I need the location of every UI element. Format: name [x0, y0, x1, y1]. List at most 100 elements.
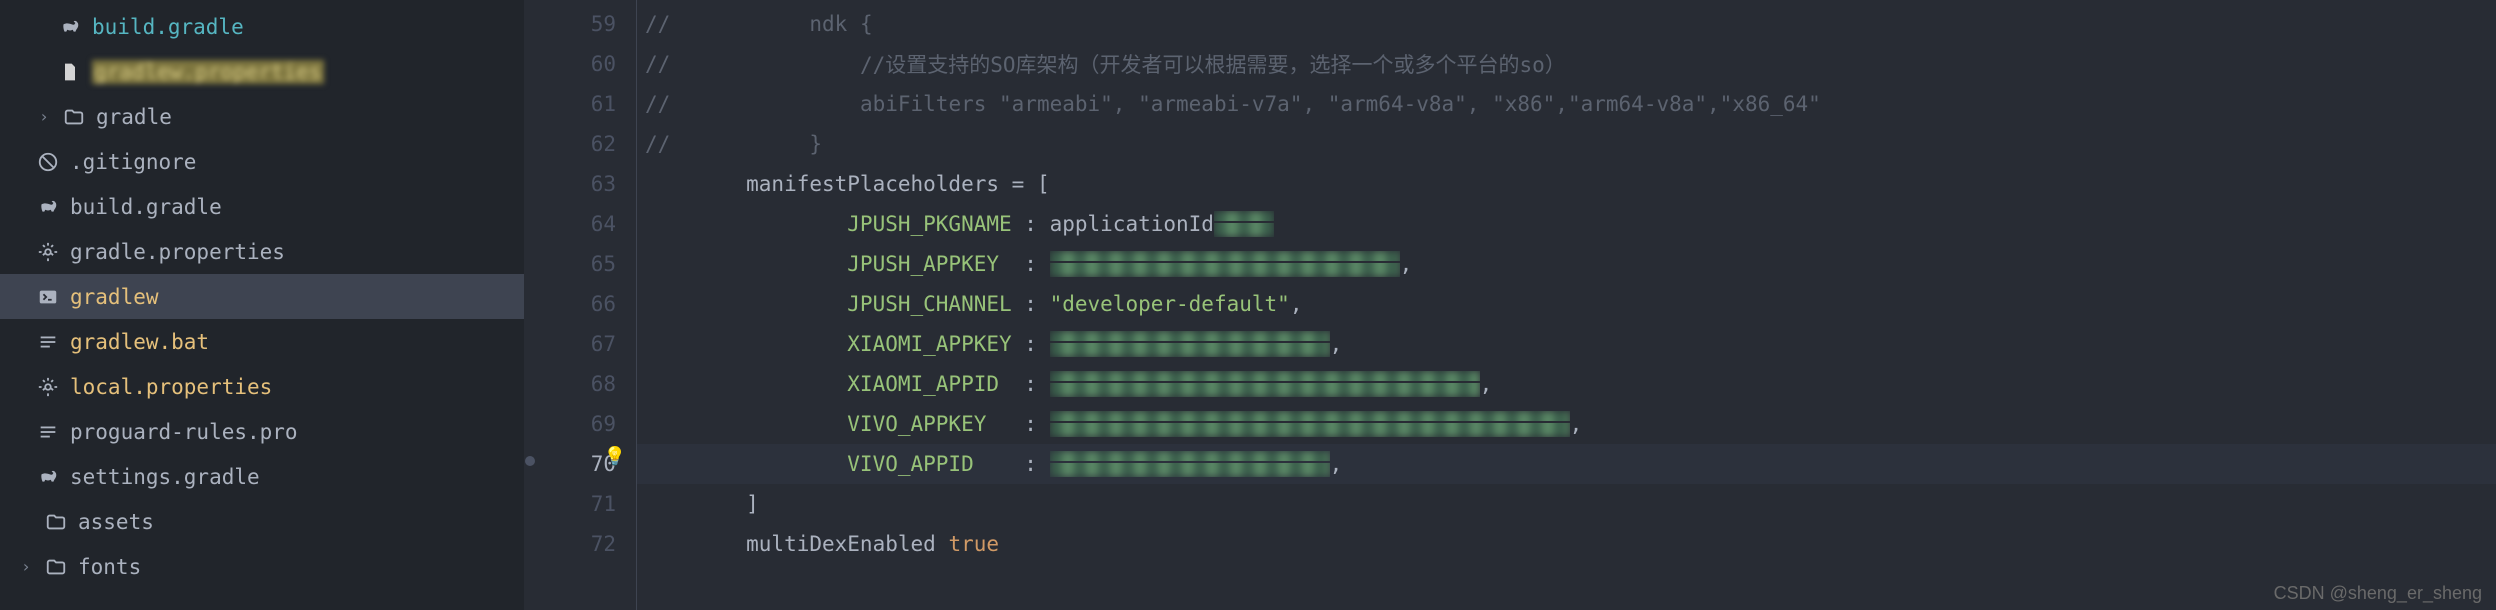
tree-item-gradle-properties[interactable]: gradle.properties [0, 229, 524, 274]
text-icon [36, 420, 60, 444]
tree-item-assets[interactable]: assets [0, 499, 524, 544]
code-line[interactable]: // abiFilters "armeabi", "armeabi-v7a", … [637, 84, 2496, 124]
tree-item-gradlew-properties[interactable]: gradlew.properties [0, 49, 524, 94]
code-token: // [645, 52, 670, 76]
code-token: manifestPlaceholders [645, 172, 1012, 196]
code-line[interactable]: XIAOMI_APPKEY : , [637, 324, 2496, 364]
tree-item-proguard-rules-pro[interactable]: proguard-rules.pro [0, 409, 524, 454]
folder-icon [62, 105, 86, 129]
code-line[interactable]: JPUSH_APPKEY : , [637, 244, 2496, 284]
file-label: build.gradle [92, 15, 244, 39]
gradle-icon [58, 15, 82, 39]
code-token: // [645, 132, 670, 156]
code-token: [ [1024, 172, 1049, 196]
code-token: : [1012, 212, 1050, 236]
code-token: XIAOMI_APPID [645, 372, 1012, 396]
code-token: "developer-default" [1050, 292, 1290, 316]
code-token: // [645, 12, 670, 36]
file-label: gradle [96, 105, 172, 129]
lightbulb-icon[interactable]: 💡 [604, 446, 626, 467]
code-line[interactable]: // ndk { [637, 4, 2496, 44]
chevron-right-icon[interactable]: › [18, 557, 34, 576]
file-label: fonts [78, 555, 141, 579]
line-number: 67 [536, 324, 616, 364]
code-token: true [948, 532, 999, 556]
line-number: 62 [536, 124, 616, 164]
file-label: gradlew.properties [92, 60, 324, 84]
line-number: 63 [536, 164, 616, 204]
code-token: XIAOMI_APPKEY [645, 332, 1012, 356]
tree-item-settings-gradle[interactable]: settings.gradle [0, 454, 524, 499]
code-token: : [1012, 292, 1050, 316]
gear-icon [36, 375, 60, 399]
code-content[interactable]: // ndk {// //设置支持的SO库架构（开发者可以根据需要，选择一个或多… [637, 0, 2496, 610]
gradle-icon [36, 465, 60, 489]
tree-item-gradlew-bat[interactable]: gradlew.bat [0, 319, 524, 364]
redacted-value [1050, 371, 1480, 397]
code-token: : [1012, 372, 1050, 396]
line-number: 59 [536, 4, 616, 44]
tree-item-fonts[interactable]: › fonts [0, 544, 524, 589]
breakpoint-marker[interactable] [525, 456, 535, 466]
code-line[interactable]: // //设置支持的SO库架构（开发者可以根据需要，选择一个或多个平台的so） [637, 44, 2496, 84]
line-number: 68 [536, 364, 616, 404]
file-label: proguard-rules.pro [70, 420, 298, 444]
line-number: 61 [536, 84, 616, 124]
code-token: // [645, 92, 670, 116]
term-icon [36, 285, 60, 309]
chevron-right-icon[interactable]: › [36, 107, 52, 126]
line-number: 64 [536, 204, 616, 244]
line-number: 71 [536, 484, 616, 524]
line-number: 69 [536, 404, 616, 444]
code-line[interactable]: VIVO_APPKEY : , [637, 404, 2496, 444]
code-line[interactable]: VIVO_APPID : , [637, 444, 2496, 484]
tree-item-build-gradle[interactable]: build.gradle [0, 184, 524, 229]
code-line[interactable]: manifestPlaceholders = [ [637, 164, 2496, 204]
code-token: : [1012, 412, 1050, 436]
code-token: : [1012, 452, 1050, 476]
code-line[interactable]: JPUSH_PKGNAME : applicationId [637, 204, 2496, 244]
code-token: JPUSH_CHANNEL [645, 292, 1012, 316]
line-number: 65 [536, 244, 616, 284]
code-token: VIVO_APPKEY [645, 412, 1012, 436]
tree-item-gradle[interactable]: › gradle [0, 94, 524, 139]
line-number: 66 [536, 284, 616, 324]
gradle-icon [36, 195, 60, 219]
code-editor[interactable]: 5960616263646566676869💡707172 // ndk {//… [536, 0, 2496, 610]
code-line[interactable]: ] [637, 484, 2496, 524]
code-token: JPUSH_PKGNAME [645, 212, 1012, 236]
code-token: multiDexEnabled [645, 532, 948, 556]
code-token: JPUSH_APPKEY [645, 252, 1012, 276]
code-token: , [1330, 332, 1343, 356]
code-token: , [1290, 292, 1303, 316]
line-number-gutter: 5960616263646566676869💡707172 [536, 0, 636, 610]
code-token: , [1480, 372, 1493, 396]
tree-item--gitignore[interactable]: .gitignore [0, 139, 524, 184]
code-token: } [670, 132, 822, 156]
tree-item-gradlew[interactable]: gradlew [0, 274, 524, 319]
code-line[interactable]: // } [637, 124, 2496, 164]
file-label: assets [78, 510, 154, 534]
breakpoint-gutter[interactable] [524, 0, 536, 610]
gitignore-icon [36, 150, 60, 174]
file-label: local.properties [70, 375, 272, 399]
file-tree-sidebar[interactable]: build.gradle gradlew.properties › gradle .gi… [0, 0, 524, 610]
redacted-value [1050, 411, 1570, 437]
code-token: , [1570, 412, 1583, 436]
tree-item-build-gradle[interactable]: build.gradle [0, 4, 524, 49]
tree-item-local-properties[interactable]: local.properties [0, 364, 524, 409]
code-line[interactable]: multiDexEnabled true [637, 524, 2496, 564]
folder-icon [44, 510, 68, 534]
code-line[interactable]: XIAOMI_APPID : , [637, 364, 2496, 404]
file-label: gradle.properties [70, 240, 285, 264]
code-line[interactable]: JPUSH_CHANNEL : "developer-default", [637, 284, 2496, 324]
file-label: gradlew [70, 285, 159, 309]
file-label: .gitignore [70, 150, 196, 174]
code-token: ndk { [670, 12, 872, 36]
code-token: applicationId [1050, 212, 1214, 236]
folder-icon [44, 555, 68, 579]
code-token: , [1400, 252, 1413, 276]
code-token: : [1012, 252, 1050, 276]
code-token: abiFilters "armeabi", "armeabi-v7a", "ar… [670, 92, 1821, 116]
text-icon [36, 330, 60, 354]
